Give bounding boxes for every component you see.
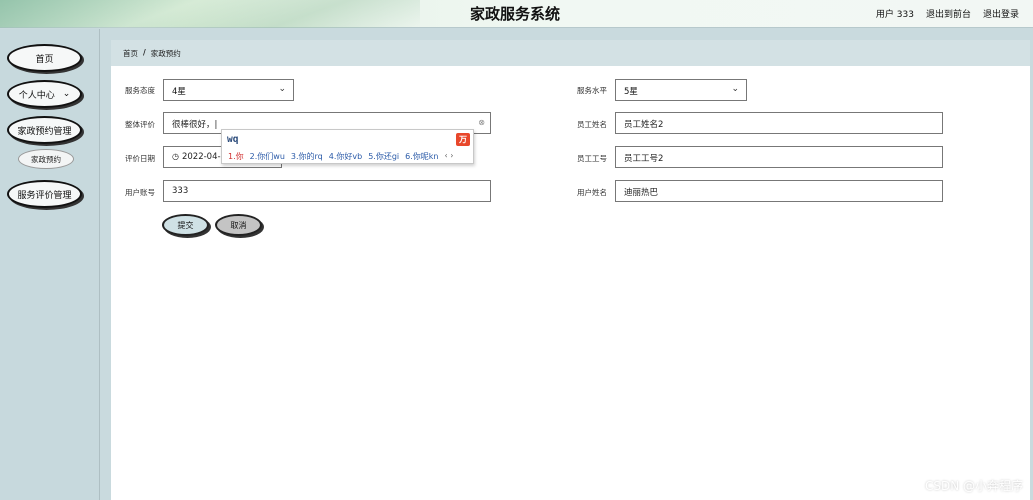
staff-id-value: 员工工号2 xyxy=(624,154,664,164)
chevron-down-icon: ⌄ xyxy=(731,84,739,94)
ime-composing-text: wq xyxy=(227,134,239,145)
sidebar-item-label: 家政预约管理 xyxy=(17,126,72,137)
sidebar-item-review-management[interactable]: 服务评价管理 xyxy=(7,180,82,208)
ime-candidate[interactable]: 4.你好vb xyxy=(329,151,362,162)
main-panel: 首页 / 家政预约 xyxy=(111,40,1030,500)
submit-button[interactable]: 提交 xyxy=(162,214,209,236)
staff-name-input[interactable]: 员工姓名2 xyxy=(615,112,943,134)
ime-candidate[interactable]: 5.你还gi xyxy=(368,151,399,162)
breadcrumb-home[interactable]: 首页 xyxy=(123,48,138,58)
sidebar-item-label: 个人中心 xyxy=(18,90,55,101)
breadcrumb-separator: / xyxy=(143,48,146,57)
cancel-button[interactable]: 取消 xyxy=(215,214,262,236)
service-level-value: 5星 xyxy=(624,87,638,97)
sidebar: 首页 个人中心 ⌄ 家政预约管理 家政预约 服务评价管理 xyxy=(0,29,100,500)
service-attitude-value: 4星 xyxy=(172,87,186,97)
sidebar-item-label: 服务评价管理 xyxy=(17,190,72,201)
sidebar-item-label: 首页 xyxy=(35,54,54,65)
ime-candidate-list: 1.你 2.你们wu 3.你的rq 4.你好vb 5.你还gi 6.你呢kn ‹… xyxy=(228,151,453,162)
user-account-value: 333 xyxy=(172,186,189,196)
sidebar-item-appointment-management[interactable]: 家政预约管理 xyxy=(7,116,82,144)
clear-icon[interactable]: ⊗ xyxy=(478,118,485,127)
user-account-input[interactable]: 333 xyxy=(163,180,491,202)
overall-review-value: 很棒很好，| xyxy=(172,120,218,130)
chevron-down-icon: ⌄ xyxy=(278,84,286,94)
service-level-select[interactable]: 5星 ⌄ xyxy=(615,79,747,101)
sidebar-subitem-appointment[interactable]: 家政预约 xyxy=(18,149,74,169)
logout-link[interactable]: 退出登录 xyxy=(983,7,1019,20)
submit-label: 提交 xyxy=(177,220,194,230)
sidebar-item-label: 家政预约 xyxy=(31,154,61,164)
breadcrumb: 首页 / 家政预约 xyxy=(111,40,1030,66)
clock-icon: ◷ xyxy=(172,152,179,161)
ime-candidate[interactable]: 6.你呢kn xyxy=(405,151,438,162)
ime-logo-icon: 万 xyxy=(456,133,470,146)
user-name-value: 迪丽热巴 xyxy=(624,188,659,198)
cancel-label: 取消 xyxy=(230,220,247,230)
breadcrumb-current: 家政预约 xyxy=(150,49,181,58)
chevron-down-icon: ⌄ xyxy=(62,89,71,99)
ime-candidate-popup: wq 万 1.你 2.你们wu 3.你的rq 4.你好vb 5.你还gi 6.你… xyxy=(221,129,474,164)
ime-candidate[interactable]: 3.你的rq xyxy=(291,151,323,162)
ime-pager-icon[interactable]: ‹ › xyxy=(444,151,453,162)
staff-name-value: 员工姓名2 xyxy=(624,120,664,130)
service-attitude-select[interactable]: 4星 ⌄ xyxy=(163,79,294,101)
sidebar-item-home[interactable]: 首页 xyxy=(7,44,82,72)
staff-id-input[interactable]: 员工工号2 xyxy=(615,146,943,168)
site-title: 家政服务系统 xyxy=(470,5,561,23)
header-actions: 用户 333 退出到前台 退出登录 xyxy=(876,7,1019,20)
sidebar-item-personal-center[interactable]: 个人中心 ⌄ xyxy=(7,80,82,108)
to-frontend-link[interactable]: 退出到前台 xyxy=(926,7,971,20)
header-decoration xyxy=(0,0,420,28)
top-header: 家政服务系统 用户 333 退出到前台 退出登录 xyxy=(0,0,1033,28)
user-name-input[interactable]: 迪丽热巴 xyxy=(615,180,943,202)
user-label: 用户 333 xyxy=(875,10,914,20)
watermark: CSDN @小奔程序 xyxy=(924,479,1023,493)
ime-candidate[interactable]: 2.你们wu xyxy=(250,151,285,162)
ime-candidate[interactable]: 1.你 xyxy=(228,151,244,162)
